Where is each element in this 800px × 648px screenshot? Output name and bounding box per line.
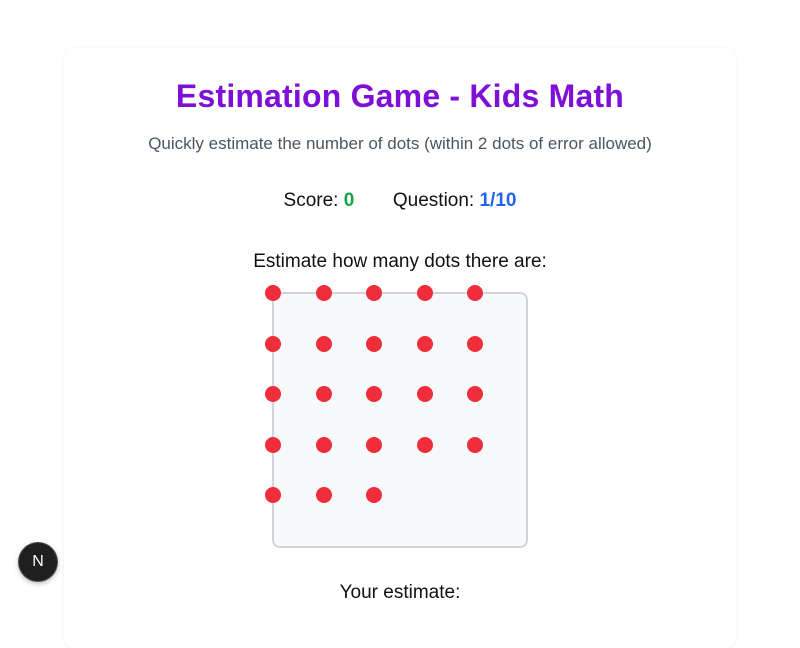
dot bbox=[265, 335, 281, 352]
game-instructions: Quickly estimate the number of dots (wit… bbox=[148, 134, 652, 153]
dot bbox=[265, 285, 281, 301]
dot bbox=[467, 386, 484, 403]
dot bbox=[416, 386, 433, 403]
dot bbox=[366, 487, 383, 504]
dot bbox=[366, 436, 383, 453]
estimate-label: Your estimate: bbox=[339, 582, 461, 603]
score-value: 0 bbox=[343, 190, 355, 211]
page-title: Estimation Game - Kids Math bbox=[175, 78, 625, 114]
dot-field bbox=[265, 285, 528, 548]
score-label: Score: bbox=[283, 190, 339, 211]
dot bbox=[265, 436, 281, 453]
dot bbox=[366, 285, 383, 301]
dot bbox=[467, 285, 484, 301]
dot bbox=[416, 335, 433, 352]
nextjs-dev-icon[interactable]: N bbox=[19, 543, 57, 581]
dot bbox=[467, 335, 484, 352]
game-card: Estimation Game - Kids Math Quickly esti… bbox=[64, 48, 736, 648]
dot bbox=[315, 436, 332, 453]
question-label: Question: bbox=[392, 190, 475, 211]
dot bbox=[315, 487, 332, 504]
dot bbox=[265, 386, 281, 403]
dot bbox=[315, 386, 332, 403]
question-counter: 1/10 bbox=[479, 190, 517, 211]
dot bbox=[315, 335, 332, 352]
dot bbox=[366, 386, 383, 403]
stats-bar: Score: 0 Question: 1/10 bbox=[64, 190, 736, 212]
dot bbox=[467, 436, 484, 453]
dot bbox=[366, 335, 383, 352]
dot bbox=[265, 487, 281, 504]
estimate-prompt: Estimate how many dots there are: bbox=[253, 251, 547, 272]
dot bbox=[315, 285, 332, 301]
dot bbox=[416, 285, 433, 301]
dot bbox=[416, 436, 433, 453]
